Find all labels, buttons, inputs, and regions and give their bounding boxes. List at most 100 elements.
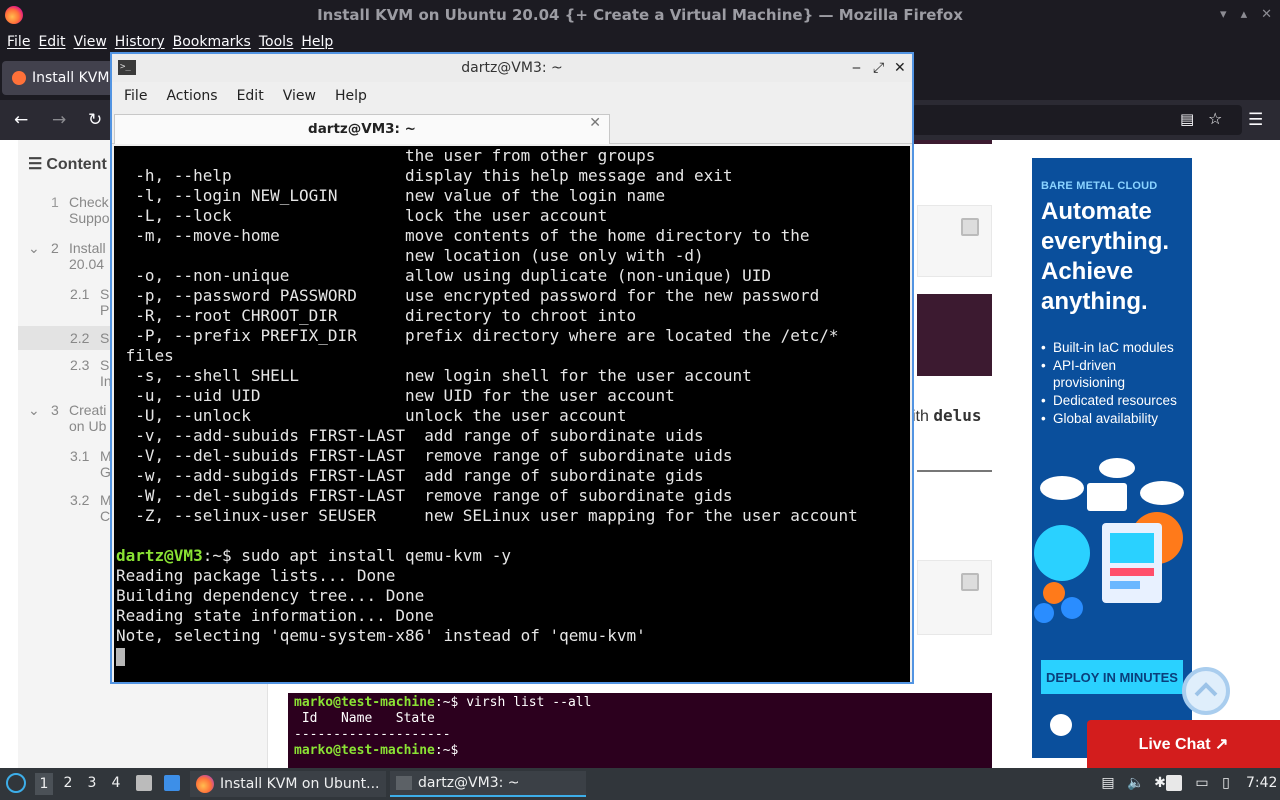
menu-file[interactable]: File	[3, 34, 34, 50]
back-icon[interactable]: ←	[14, 110, 28, 130]
snippet-text: :~$	[434, 743, 459, 758]
terminal-line: -V, --del-subuids FIRST-LAST remove rang…	[116, 446, 910, 466]
toc-heading[interactable]: ☰ Content	[28, 154, 107, 174]
snippet-line: Id Name State	[294, 711, 435, 726]
terminal-output[interactable]: the user from other groups -h, --help di…	[114, 146, 910, 682]
toc-item-num: 2.1	[70, 286, 90, 302]
code-block-edge	[912, 140, 992, 144]
close-icon[interactable]: ✕	[894, 54, 906, 82]
tab-favicon-icon	[12, 71, 26, 85]
terminal-line: files	[116, 346, 910, 366]
terminal-line-text: :~$ sudo apt install qemu-kvm -y	[202, 546, 511, 565]
toc-item-num: 2.3	[70, 357, 90, 373]
terminal-line: -p, --password PASSWORD use encrypted pa…	[116, 286, 910, 306]
maximize-icon[interactable]: ▴	[1241, 0, 1248, 30]
reader-view-icon[interactable]: ▤	[1180, 109, 1194, 129]
terminal-menu-edit[interactable]: Edit	[229, 88, 272, 104]
terminal-line-text: -p, --password PASSWORD use encrypted pa…	[116, 286, 820, 305]
terminal-window[interactable]: >_ dartz@VM3: ~ ‒ ⤢ ✕ File Actions Edit …	[110, 52, 914, 684]
inline-code: delus	[933, 406, 982, 425]
ad-cta-button[interactable]: DEPLOY IN MINUTES	[1041, 660, 1183, 694]
menu-history[interactable]: History	[111, 34, 169, 50]
browser-tab-label: Install KVM	[32, 70, 110, 86]
scroll-to-top-button[interactable]	[1182, 667, 1230, 715]
terminal-line: -l, --login NEW_LOGIN new value of the l…	[116, 186, 910, 206]
menu-help[interactable]: Help	[297, 34, 337, 50]
firefox-titlebar: Install KVM on Ubuntu 20.04 {+ Create a …	[0, 0, 1280, 30]
ad-label: BARE METAL CLOUD	[1041, 180, 1158, 192]
ad-feature: Built-in IaC modules	[1041, 339, 1183, 356]
firefox-logo-icon	[5, 6, 23, 24]
terminal-titlebar[interactable]: >_ dartz@VM3: ~ ‒ ⤢ ✕	[112, 54, 912, 82]
application-menu-icon[interactable]	[6, 773, 26, 793]
browser-tab[interactable]: Install KVM	[2, 61, 114, 95]
terminal-line: -h, --help display this help message and…	[116, 166, 910, 186]
terminal-tab[interactable]: dartz@VM3: ~ ✕	[114, 114, 610, 144]
taskbar: 1 2 3 4 Install KVM on Ubunt... dartz@VM…	[0, 768, 1280, 800]
ad-headline: Automate everything. Achieve anything.	[1041, 198, 1170, 315]
terminal-menu-help[interactable]: Help	[327, 88, 375, 104]
toc-item-num: 3	[51, 402, 59, 418]
terminal-menu-view[interactable]: View	[275, 88, 324, 104]
terminal-line: -P, --prefix PREFIX_DIR prefix directory…	[116, 326, 910, 346]
terminal-line: -U, --unlock unlock the user account	[116, 406, 910, 426]
file-manager-icon[interactable]	[136, 775, 152, 791]
menu-tools[interactable]: Tools	[255, 34, 298, 50]
copy-icon[interactable]	[961, 573, 979, 591]
terminal-menu-actions[interactable]: Actions	[158, 88, 225, 104]
workspace-4[interactable]: 4	[107, 775, 125, 791]
code-block	[917, 560, 992, 635]
show-desktop-icon[interactable]	[164, 775, 180, 791]
bookmark-star-icon[interactable]: ☆	[1208, 109, 1222, 129]
close-icon[interactable]: ✕	[1261, 0, 1272, 30]
minimize-icon[interactable]: ▾	[1220, 0, 1227, 30]
snippet-prompt: marko@test-machine	[294, 743, 435, 758]
volume-icon[interactable]: 🔈	[1127, 775, 1144, 791]
maximize-icon[interactable]: ⤢	[873, 54, 884, 82]
article-text: ith delus	[912, 406, 982, 426]
close-tab-icon[interactable]: ✕	[589, 115, 601, 131]
menu-edit[interactable]: Edit	[34, 34, 69, 50]
terminal-line-text: -l, --login NEW_LOGIN new value of the l…	[116, 186, 666, 205]
ad-feature: Global availability	[1041, 410, 1183, 427]
hamburger-menu-icon[interactable]: ☰	[1248, 110, 1263, 130]
ad-logo-icon	[1050, 714, 1072, 736]
terminal-line-text: -L, --lock lock the user account	[116, 206, 608, 225]
terminal-line-text: -v, --add-subuids FIRST-LAST add range o…	[116, 426, 704, 445]
toc-collapse-icon[interactable]: ⌄	[28, 240, 40, 257]
toc-item-num: 3.2	[70, 492, 90, 508]
battery-icon[interactable]: ▯	[1218, 775, 1234, 791]
clock[interactable]: 7:42	[1246, 775, 1277, 791]
workspace-3[interactable]: 3	[83, 775, 101, 791]
terminal-menu-file[interactable]: File	[116, 88, 155, 104]
taskbar-task-firefox[interactable]: Install KVM on Ubunt...	[190, 771, 386, 797]
terminal-line: -u, --uid UID new UID for the user accou…	[116, 386, 910, 406]
live-chat-button[interactable]: Live Chat ↗	[1087, 720, 1280, 768]
taskbar-task-terminal[interactable]: dartz@VM3: ~	[390, 771, 586, 797]
terminal-line-text: Note, selecting 'qemu-system-x86' instea…	[116, 626, 646, 645]
copy-icon[interactable]	[961, 218, 979, 236]
network-icon[interactable]: ▭	[1194, 775, 1210, 791]
terminal-line: the user from other groups	[116, 146, 910, 166]
advertisement[interactable]: BARE METAL CLOUD Automate everything. Ac…	[1032, 158, 1192, 758]
terminal-line: -v, --add-subuids FIRST-LAST add range o…	[116, 426, 910, 446]
clipboard-icon[interactable]: ▤	[1100, 775, 1116, 791]
menu-view[interactable]: View	[70, 34, 111, 50]
forward-icon[interactable]: →	[52, 110, 66, 130]
divider	[917, 470, 992, 472]
toc-item-text: Creati on Ub	[69, 402, 107, 434]
taskbar-task-label: Install KVM on Ubunt...	[220, 776, 380, 792]
terminal-tabbar: dartz@VM3: ~ ✕	[112, 112, 912, 144]
notes-icon[interactable]	[1166, 775, 1182, 791]
toc-item-num: 3.1	[70, 448, 90, 464]
workspace-1[interactable]: 1	[35, 773, 53, 795]
terminal-line-text: -h, --help display this help message and…	[116, 166, 733, 185]
url-bar[interactable]: ▤ ☆	[912, 105, 1242, 135]
menu-bookmarks[interactable]: Bookmarks	[169, 34, 255, 50]
reload-icon[interactable]: ↻	[88, 110, 102, 130]
terminal-line-text: -w, --add-subgids FIRST-LAST add range o…	[116, 466, 704, 485]
workspace-2[interactable]: 2	[59, 775, 77, 791]
minimize-icon[interactable]: ‒	[852, 54, 861, 82]
snippet-line: marko@test-machine:~$ virsh list --all	[294, 695, 986, 711]
toc-collapse-icon[interactable]: ⌄	[28, 402, 40, 419]
